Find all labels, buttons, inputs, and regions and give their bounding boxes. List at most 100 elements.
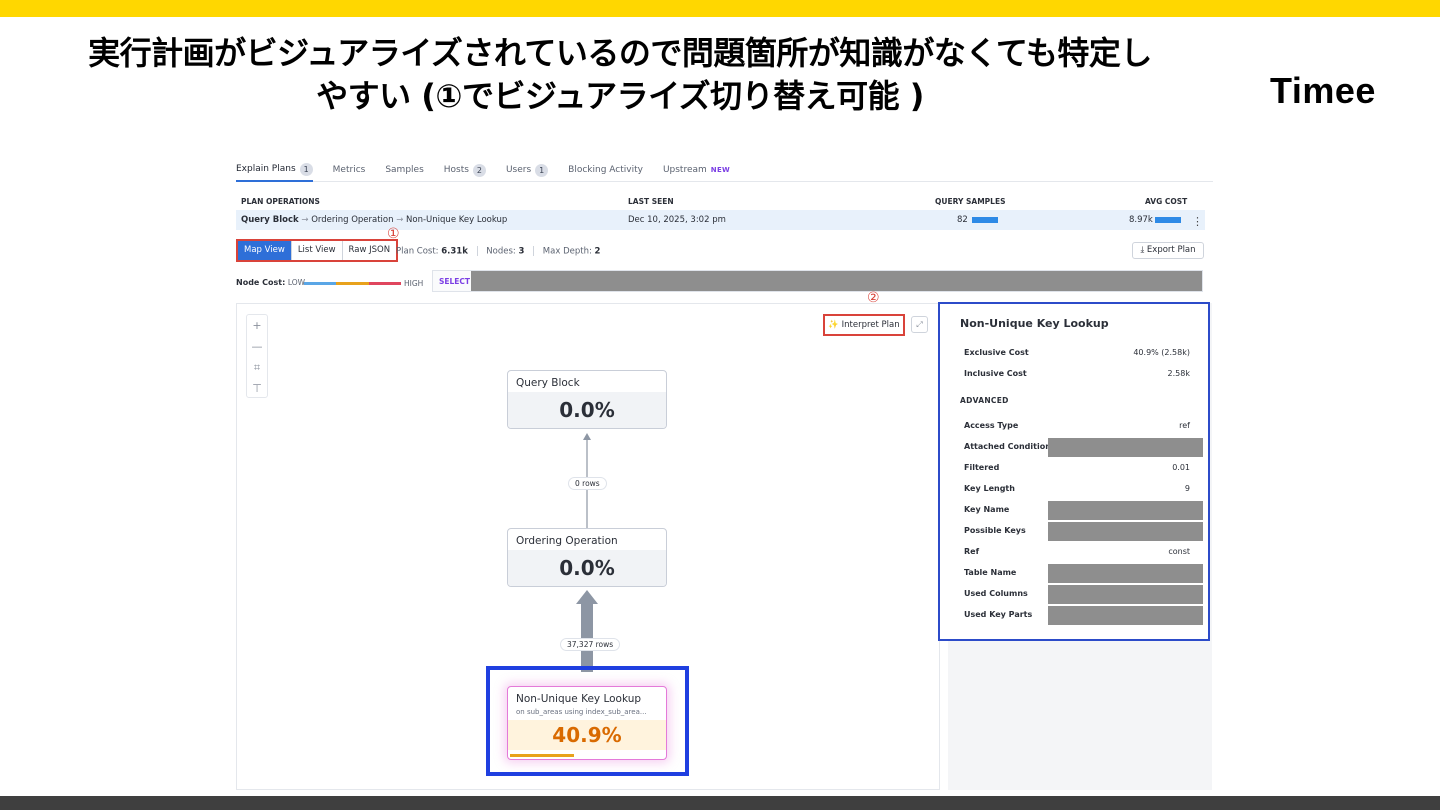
- tab-metrics[interactable]: Metrics: [333, 158, 366, 182]
- edge-rows-label: 0 rows: [568, 477, 607, 490]
- edge-arrow-bottom: [576, 590, 598, 604]
- node-cost-legend: Node Cost: LOW: [236, 278, 305, 287]
- node-detail-panel: Non-Unique Key Lookup ADVANCED Exclusive…: [938, 302, 1210, 641]
- slide-headline: 実行計画がビジュアライズされているので問題箇所が知識がなくても特定し やすい (…: [0, 32, 1240, 118]
- detail-value: 9: [1184, 484, 1190, 493]
- expand-icon[interactable]: ⤢: [911, 316, 928, 333]
- detail-key: Attached Condition: [964, 442, 1051, 451]
- col-plan-operations: PLAN OPERATIONS: [241, 197, 320, 206]
- layout-icon[interactable]: ⊤: [247, 378, 267, 399]
- node-cost-low-label: LOW: [287, 278, 306, 287]
- kebab-menu-icon[interactable]: ⋮: [1192, 215, 1203, 228]
- detail-key: Key Length: [964, 484, 1015, 493]
- annotation-marker-2: ②: [867, 290, 880, 306]
- query-samples-value: 82: [957, 215, 968, 225]
- raw-json-button[interactable]: Raw JSON: [342, 241, 397, 260]
- edge-line-bottom: [581, 602, 593, 672]
- slide-bottom-bar: [0, 796, 1440, 810]
- divider: [476, 246, 478, 256]
- plan-cost-value: 6.31k: [441, 246, 468, 257]
- detail-key: Exclusive Cost: [964, 348, 1029, 357]
- view-toggle-group: Map View List View Raw JSON: [236, 239, 399, 262]
- avg-cost-bar: [1155, 217, 1181, 223]
- plan-stats: Plan Cost: 6.31k Nodes: 3 Max Depth: 2: [396, 246, 600, 257]
- tab-label: Hosts: [443, 165, 469, 175]
- detail-key: Inclusive Cost: [964, 369, 1027, 378]
- max-depth-label: Max Depth:: [542, 246, 592, 257]
- query-samples-bar: [972, 217, 998, 223]
- plan-table-header: PLAN OPERATIONS LAST SEEN QUERY SAMPLES …: [236, 194, 1205, 210]
- query-text-box: SELECT: [432, 270, 1203, 292]
- detail-key: Access Type: [964, 421, 1019, 430]
- plan-cost-label: Plan Cost:: [396, 246, 439, 257]
- detail-key: Key Name: [964, 505, 1010, 514]
- tab-label: Blocking Activity: [568, 165, 643, 175]
- node-cost-gradient: [304, 282, 401, 285]
- detail-value: 0.01: [1172, 463, 1190, 472]
- detail-value: 2.58k: [1167, 369, 1190, 378]
- tab-label: Metrics: [332, 165, 366, 175]
- edge-rows-label: 37,327 rows: [560, 638, 621, 651]
- tab-count-badge: 1: [535, 163, 549, 177]
- redacted-value: [1048, 606, 1203, 625]
- col-avg-cost: AVG COST: [1145, 197, 1188, 206]
- plan-operations-cell: Query Block → Ordering Operation → Non-U…: [241, 215, 507, 225]
- node-title: Query Block: [516, 377, 580, 389]
- tab-label: Users: [505, 165, 532, 175]
- tab-users[interactable]: Users 1: [505, 158, 549, 182]
- op-key-lookup: Non-Unique Key Lookup: [406, 215, 508, 225]
- nodes-value: 3: [518, 246, 525, 257]
- zoom-controls: + — ⌗ ⊤: [246, 314, 268, 398]
- headline-line-2: やすい (①でビジュアライズ切り替え可能 ): [316, 77, 924, 115]
- tab-count-badge: 1: [299, 162, 313, 176]
- detail-value: 40.9% (2.58k): [1133, 348, 1190, 357]
- last-seen-cell: Dec 10, 2025, 3:02 pm: [628, 215, 726, 225]
- redacted-value: [1048, 501, 1203, 520]
- tab-blocking-activity[interactable]: Blocking Activity: [568, 158, 643, 182]
- detail-panel-title: Non-Unique Key Lookup: [960, 317, 1109, 330]
- zoom-in-icon[interactable]: +: [247, 315, 267, 336]
- detail-key: Used Columns: [964, 589, 1028, 598]
- arrow-icon: →: [301, 215, 309, 225]
- op-query-block: Query Block: [241, 215, 299, 225]
- tab-samples[interactable]: Samples: [385, 158, 423, 182]
- plan-node-query-block[interactable]: Query Block 0.0%: [507, 370, 667, 429]
- headline-line-1: 実行計画がビジュアライズされているので問題箇所が知識がなくても特定し: [88, 34, 1152, 72]
- nodes-label: Nodes:: [486, 246, 516, 257]
- plan-table-row[interactable]: Query Block → Ordering Operation → Non-U…: [236, 210, 1205, 230]
- export-plan-button[interactable]: ⤓ Export Plan: [1132, 242, 1204, 259]
- tab-label: Explain Plans: [236, 164, 296, 174]
- tab-count-badge: 2: [472, 163, 486, 177]
- tab-upstream[interactable]: Upstream NEW: [663, 158, 730, 182]
- redacted-value: [1048, 564, 1203, 583]
- new-badge: NEW: [710, 166, 731, 174]
- interpret-plan-button[interactable]: ✨ Interpret Plan: [823, 314, 905, 336]
- detail-key: Filtered: [964, 463, 1000, 472]
- tab-explain-plans[interactable]: Explain Plans 1: [236, 158, 313, 182]
- detail-key: Table Name: [964, 568, 1017, 577]
- redacted-value: [1048, 522, 1203, 541]
- tab-bar: Explain Plans 1 Metrics Samples Hosts 2 …: [236, 158, 1213, 182]
- avg-cost-value: 8.97k: [1129, 215, 1153, 225]
- node-cost-value: 0.0%: [508, 392, 666, 428]
- tab-label: Samples: [385, 165, 424, 175]
- tab-hosts[interactable]: Hosts 2: [444, 158, 486, 182]
- export-plan-label: Export Plan: [1146, 245, 1196, 255]
- divider: [533, 246, 535, 256]
- col-query-samples: QUERY SAMPLES: [935, 197, 1006, 206]
- annotation-marker-1: ①: [387, 226, 400, 242]
- detail-key: Ref: [964, 547, 980, 556]
- fit-view-icon[interactable]: ⌗: [247, 357, 267, 378]
- magic-wand-icon: ✨: [828, 320, 839, 330]
- list-view-button[interactable]: List View: [291, 241, 343, 260]
- advanced-section-label: ADVANCED: [960, 396, 1009, 405]
- edge-arrow-top: [583, 433, 591, 440]
- detail-key: Possible Keys: [964, 526, 1026, 535]
- map-view-button[interactable]: Map View: [238, 241, 292, 260]
- download-icon: ⤓: [1140, 245, 1145, 255]
- zoom-out-icon[interactable]: —: [247, 336, 267, 357]
- node-cost-value: 0.0%: [508, 550, 666, 586]
- node-title: Ordering Operation: [516, 535, 618, 547]
- detail-value: ref: [1179, 421, 1190, 430]
- plan-node-ordering-operation[interactable]: Ordering Operation 0.0%: [507, 528, 667, 587]
